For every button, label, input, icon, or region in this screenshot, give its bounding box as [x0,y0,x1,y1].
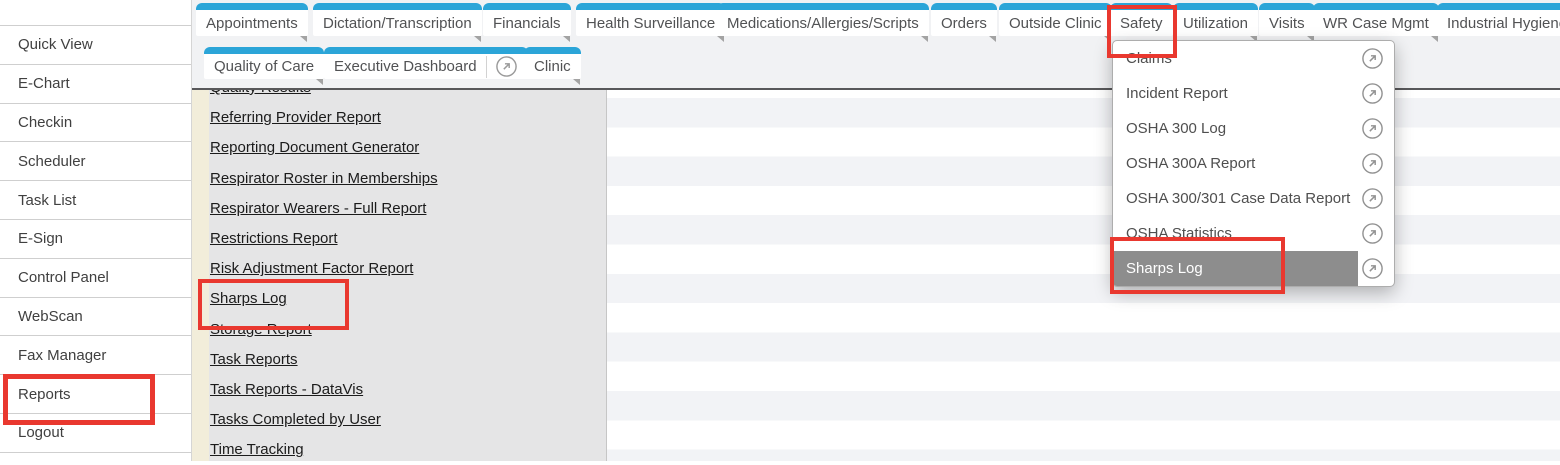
menu-item-label: OSHA 300/301 Case Data Report [1126,190,1361,207]
report-link-task-reports[interactable]: Task Reports [210,345,602,375]
open-in-new-icon[interactable] [1361,117,1384,140]
tab-executive-dashboard[interactable]: Executive Dashboard [324,47,528,79]
safety-dropdown-menu: Claims Incident Report OSHA 300 Log OSHA… [1112,40,1395,287]
menu-item-label: Sharps Log [1126,260,1361,277]
tab-label: Outside Clinic [1009,15,1102,32]
report-link-sharps-log[interactable]: Sharps Log [210,284,602,314]
menu-item-osha-300-log[interactable]: OSHA 300 Log [1113,111,1394,146]
report-link-respirator-wearers[interactable]: Respirator Wearers - Full Report [210,194,602,224]
tab-safety[interactable]: Safety [1110,3,1173,36]
reports-panel: Quality Results Referring Provider Repor… [192,90,607,461]
sidebar: Quick View E-Chart Checkin Scheduler Tas… [0,0,192,461]
tab-label: Financials [493,15,561,32]
open-in-new-icon[interactable] [1361,187,1384,210]
report-link-task-reports-datavis[interactable]: Task Reports - DataVis [210,375,602,405]
tab-label: Safety [1120,15,1163,32]
tab-industrial-hygiene[interactable]: Industrial Hygiene [1437,3,1560,36]
tab-utilization[interactable]: Utilization [1173,3,1258,36]
tab-financials[interactable]: Financials [483,3,571,36]
sidebar-item-e-chart[interactable]: E-Chart [0,65,191,104]
menu-item-osha-statistics[interactable]: OSHA Statistics [1113,216,1394,251]
sidebar-item-task-list[interactable]: Task List [0,181,191,220]
sidebar-top-spacer [0,0,191,26]
tab-label: WR Case Mgmt [1323,15,1429,32]
sidebar-item-logout[interactable]: Logout [0,414,191,453]
tab-label: Clinic [534,58,571,75]
tab-label: Quality of Care [214,58,314,75]
sidebar-item-reports[interactable]: Reports [0,375,191,414]
tab-outside-clinic[interactable]: Outside Clinic [999,3,1112,36]
tab-quality-of-care[interactable]: Quality of Care [204,47,324,79]
tab-wr-case-mgmt[interactable]: WR Case Mgmt [1313,3,1439,36]
main-content-area [607,90,1560,461]
report-link-restrictions-report[interactable]: Restrictions Report [210,224,602,254]
tab-label: Dictation/Transcription [323,15,472,32]
sidebar-item-webscan[interactable]: WebScan [0,298,191,337]
menu-item-sharps-log[interactable]: Sharps Log [1113,251,1394,286]
menu-item-label: OSHA 300A Report [1126,155,1361,172]
open-in-new-icon[interactable] [1361,47,1384,70]
tab-label: Executive Dashboard [334,58,477,75]
tab-label: Orders [941,15,987,32]
tab-orders[interactable]: Orders [931,3,997,36]
tab-dictation-transcription[interactable]: Dictation/Transcription [313,3,482,36]
sidebar-item-scheduler[interactable]: Scheduler [0,142,191,181]
menu-item-osha-300-301-case-data-report[interactable]: OSHA 300/301 Case Data Report [1113,181,1394,216]
sidebar-item-control-panel[interactable]: Control Panel [0,259,191,298]
report-link-respirator-roster[interactable]: Respirator Roster in Memberships [210,164,602,194]
open-in-new-icon[interactable] [1361,222,1384,245]
menu-item-label: Incident Report [1126,85,1361,102]
open-in-new-icon[interactable] [1361,257,1384,280]
report-link-risk-adjustment-factor[interactable]: Risk Adjustment Factor Report [210,254,602,284]
open-in-new-icon[interactable] [1361,82,1384,105]
menu-item-label: Claims [1126,50,1361,67]
report-link-tasks-completed-by-user[interactable]: Tasks Completed by User [210,405,602,435]
report-link-storage-report[interactable]: Storage Report [210,315,602,345]
tab-label: Utilization [1183,15,1248,32]
sidebar-item-fax-manager[interactable]: Fax Manager [0,336,191,375]
menu-item-incident-report[interactable]: Incident Report [1113,76,1394,111]
tab-label: Visits [1269,15,1305,32]
sidebar-item-e-sign[interactable]: E-Sign [0,220,191,259]
report-link-referring-provider-report[interactable]: Referring Provider Report [210,103,602,133]
open-in-new-icon[interactable] [495,55,518,78]
tab-clinic[interactable]: Clinic [524,47,581,79]
menu-item-osha-300a-report[interactable]: OSHA 300A Report [1113,146,1394,181]
report-links-list: Quality Results Referring Provider Repor… [210,73,602,465]
tab-label: Medications/Allergies/Scripts [727,15,919,32]
open-in-new-icon[interactable] [1361,152,1384,175]
tab-visits[interactable]: Visits [1259,3,1315,36]
menu-item-label: OSHA 300 Log [1126,120,1361,137]
tab-separator [486,56,487,78]
tab-label: Health Surveillance [586,15,715,32]
tab-health-surveillance[interactable]: Health Surveillance [576,3,725,36]
tab-label: Industrial Hygiene [1447,15,1560,32]
sidebar-item-checkin[interactable]: Checkin [0,104,191,143]
menu-item-claims[interactable]: Claims [1113,41,1394,76]
report-link-reporting-document-generator[interactable]: Reporting Document Generator [210,133,602,163]
menu-item-label: OSHA Statistics [1126,225,1361,242]
sidebar-item-quick-view[interactable]: Quick View [0,26,191,65]
tab-appointments[interactable]: Appointments [196,3,308,36]
tab-label: Appointments [206,15,298,32]
tab-medications-allergies-scripts[interactable]: Medications/Allergies/Scripts [717,3,929,36]
panel-scroll-track [192,90,209,461]
